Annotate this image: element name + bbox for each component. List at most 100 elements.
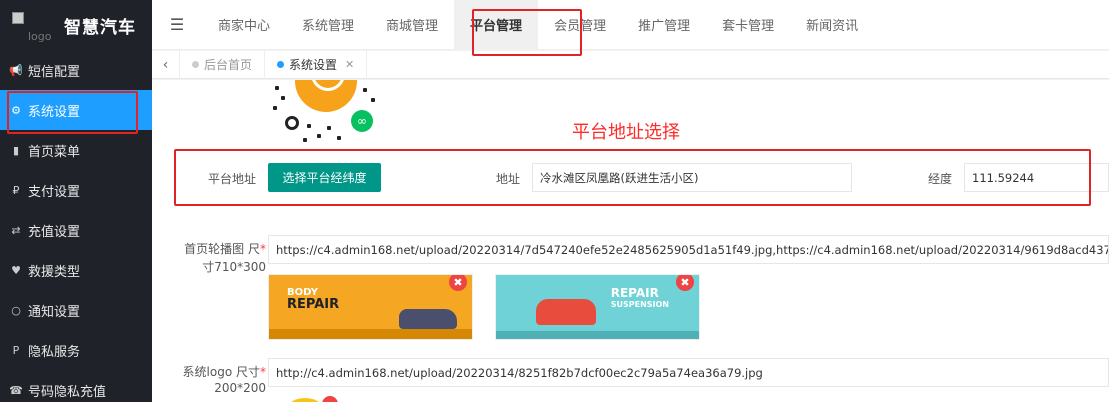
privacy-icon: P xyxy=(12,343,20,357)
sidebar-item-label: 号码隐私充值 xyxy=(28,384,107,400)
banner-title-line2: SUSPENSION xyxy=(610,300,669,309)
sidebar-item-recharge-settings[interactable]: ⇄ 充值设置 xyxy=(0,210,152,250)
heart-icon: ♥ xyxy=(11,263,21,277)
sidebar-item-number-privacy-recharge[interactable]: ☎ 号码隐私充值 xyxy=(0,370,152,402)
tab-card-package-management[interactable]: 套卡管理 xyxy=(706,0,790,50)
sidebar-item-label: 系统设置 xyxy=(28,104,81,120)
sidebar-item-label: 救援类型 xyxy=(28,264,81,280)
qr-dot xyxy=(371,98,375,102)
sidebar-item-sms-config[interactable]: 📢 短信配置 xyxy=(0,50,152,90)
sidebar-item-notification-settings[interactable]: ○ 通知设置 xyxy=(0,290,152,330)
qr-dot xyxy=(337,136,341,140)
menu-toggle-icon[interactable]: ☰ xyxy=(152,0,202,50)
carousel-label-line2: 寸710*300 xyxy=(202,260,266,274)
tab-system-management[interactable]: 系统管理 xyxy=(286,0,370,50)
mini-program-qr-code: ∞ xyxy=(267,80,387,146)
qr-dot xyxy=(327,126,331,130)
ground-illustration xyxy=(496,331,699,339)
tab-promotion-management[interactable]: 推广管理 xyxy=(622,0,706,50)
logo-image: logo xyxy=(10,8,58,43)
longitude-label: 经度 xyxy=(927,172,952,186)
tab-news[interactable]: 新闻资讯 xyxy=(790,0,874,50)
circle-icon: ○ xyxy=(11,303,21,317)
megaphone-icon: 📢 xyxy=(9,63,23,77)
delete-image-icon[interactable] xyxy=(322,396,338,402)
page-tab-home[interactable]: 后台首页 xyxy=(180,50,266,79)
sidebar-item-system-settings[interactable]: ⚙ 系统设置 xyxy=(0,90,152,130)
brand-logo-icon xyxy=(295,80,357,112)
sidebar-item-label: 通知设置 xyxy=(28,304,81,320)
qr-dot xyxy=(317,134,321,138)
tab-dot-icon xyxy=(192,61,199,68)
longitude-input[interactable]: 111.59244 xyxy=(964,163,1109,192)
carousel-urls-input[interactable]: https://c4.admin168.net/upload/20220314/… xyxy=(268,235,1109,264)
banner-title-line2: REPAIR xyxy=(287,297,340,312)
tab-merchant-center[interactable]: 商家中心 xyxy=(202,0,286,50)
carousel-image-repair-suspension: REPAIR SUSPENSION ✖ xyxy=(495,274,700,340)
required-mark: * xyxy=(260,242,266,256)
carousel-label-line1: 首页轮播图 尺 xyxy=(184,242,260,256)
qr-dot xyxy=(281,96,285,100)
required-mark: * xyxy=(260,365,266,379)
page-tab-system-settings[interactable]: 系统设置 ✕ xyxy=(265,50,368,79)
bookmark-icon: ▮ xyxy=(12,143,20,157)
logo-alt-text: logo xyxy=(28,30,52,43)
qr-dot xyxy=(303,138,307,142)
app-title: 智慧汽车 xyxy=(64,17,136,38)
logo-bar: logo 智慧汽车 xyxy=(0,0,152,50)
chevron-left-icon[interactable]: ‹ xyxy=(152,50,180,79)
qr-dot xyxy=(273,106,277,110)
sidebar-item-label: 支付设置 xyxy=(28,184,81,200)
banner-title-line1: REPAIR xyxy=(610,286,659,300)
system-logo-label: 系统logo 尺寸* 200*200 xyxy=(162,364,266,396)
car-illustration xyxy=(536,299,596,325)
main-content: ∞ 平台地址选择 平台地址 选择平台经纬度 地址 冷水滩区凤凰路(跃进生活小区)… xyxy=(152,80,1109,402)
qr-finder-icon xyxy=(285,116,299,130)
page-tab-label: 系统设置 xyxy=(289,58,338,72)
platform-address-label: 平台地址 xyxy=(207,172,256,186)
system-logo-thumbnail xyxy=(268,396,348,402)
mini-program-icon: ∞ xyxy=(351,110,373,132)
carousel-label: 首页轮播图 尺* 寸710*300 xyxy=(162,240,266,276)
sidebar-item-home-menu[interactable]: ▮ 首页菜单 xyxy=(0,130,152,170)
delete-image-icon[interactable]: ✖ xyxy=(449,275,467,291)
sidebar-item-rescue-types[interactable]: ♥ 救援类型 xyxy=(0,250,152,290)
phone-icon: ☎ xyxy=(9,383,23,397)
sidebar: logo 智慧汽车 📢 短信配置 ⚙ 系统设置 ▮ 首页菜单 ₽ 支付设置 ⇄ … xyxy=(0,0,152,402)
banner-title: BODY REPAIR xyxy=(287,287,339,311)
page-tabs-bar: ‹ 后台首页 系统设置 ✕ xyxy=(152,50,1109,79)
banner-title: REPAIR SUSPENSION xyxy=(611,287,669,311)
carousel-image-body-repair: BODY REPAIR ✖ xyxy=(268,274,473,340)
sidebar-item-privacy-service[interactable]: P 隐私服务 xyxy=(0,330,152,370)
page-tab-label: 后台首页 xyxy=(204,58,253,72)
annotation-title: 平台地址选择 xyxy=(572,122,680,143)
sidebar-item-label: 充值设置 xyxy=(28,224,81,240)
tab-dot-icon xyxy=(277,61,285,68)
ground-illustration xyxy=(269,329,472,339)
broken-image-icon xyxy=(12,12,24,24)
delete-image-icon[interactable]: ✖ xyxy=(676,275,694,291)
system-logo-url-input[interactable]: http://c4.admin168.net/upload/20220314/8… xyxy=(268,358,1109,387)
sidebar-item-label: 首页菜单 xyxy=(28,144,81,160)
select-platform-coordinates-button[interactable]: 选择平台经纬度 xyxy=(268,163,381,192)
address-label: 地址 xyxy=(495,172,520,186)
system-logo-label-line1: 系统logo 尺寸 xyxy=(182,365,260,379)
top-header: ☰ 商家中心 系统管理 商城管理 平台管理 会员管理 推广管理 套卡管理 新闻资… xyxy=(152,0,1109,50)
address-input[interactable]: 冷水滩区凤凰路(跃进生活小区) xyxy=(532,163,852,192)
qr-dot xyxy=(307,124,311,128)
qr-dot xyxy=(275,86,279,90)
tab-member-management[interactable]: 会员管理 xyxy=(538,0,622,50)
sidebar-menu: 📢 短信配置 ⚙ 系统设置 ▮ 首页菜单 ₽ 支付设置 ⇄ 充值设置 ♥ 救援类… xyxy=(0,50,152,402)
car-illustration xyxy=(399,309,457,329)
qr-dot xyxy=(363,88,367,92)
pay-icon: ₽ xyxy=(12,183,20,197)
exchange-icon: ⇄ xyxy=(11,223,21,237)
system-logo-label-line2: 200*200 xyxy=(214,381,266,395)
close-icon[interactable]: ✕ xyxy=(345,58,354,71)
sidebar-item-label: 短信配置 xyxy=(28,64,81,80)
sidebar-item-label: 隐私服务 xyxy=(28,344,81,360)
tab-mall-management[interactable]: 商城管理 xyxy=(370,0,454,50)
logo-thumbnail-image xyxy=(288,398,322,402)
sidebar-item-payment-settings[interactable]: ₽ 支付设置 xyxy=(0,170,152,210)
tab-platform-management[interactable]: 平台管理 xyxy=(454,0,539,50)
